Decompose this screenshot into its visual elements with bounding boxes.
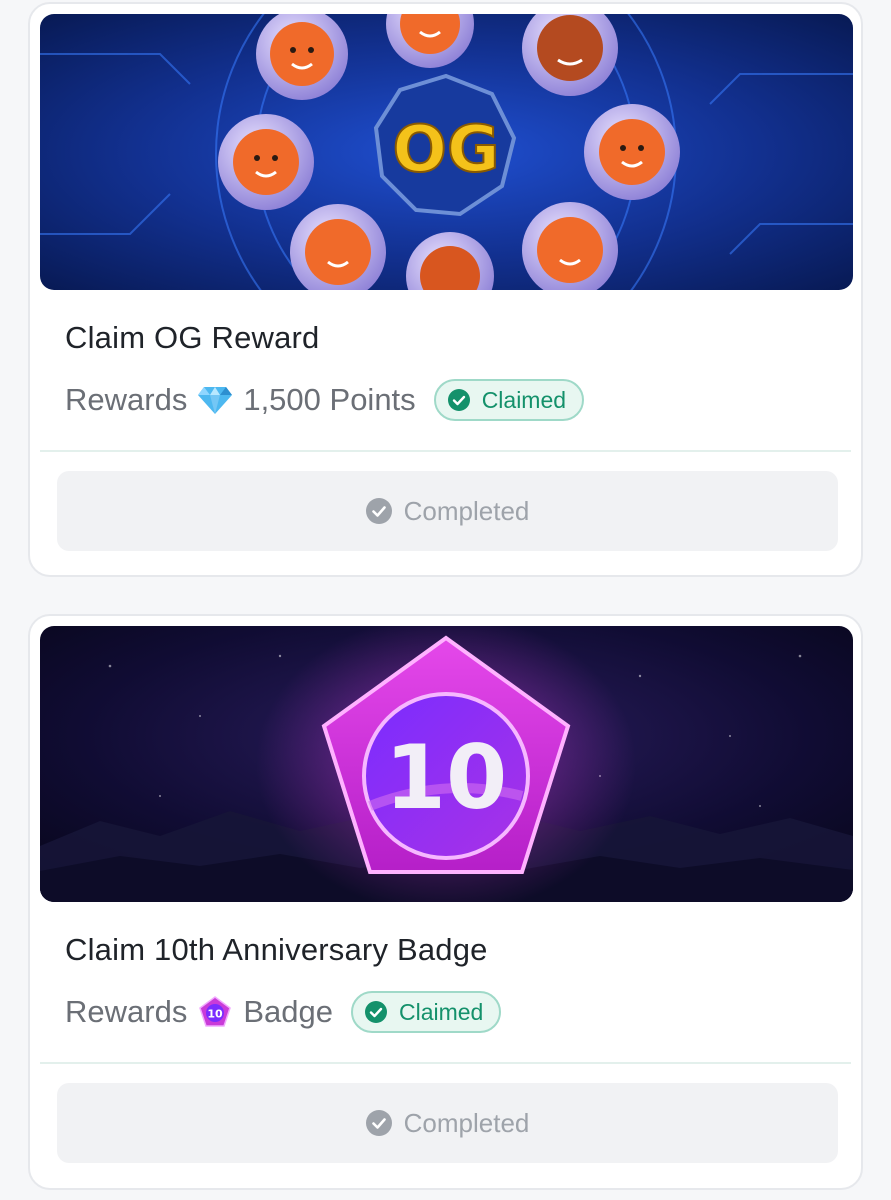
anniversary-badge-icon: 10: [197, 994, 233, 1030]
status-badge-label: Claimed: [398, 998, 484, 1025]
status-badge-label: Claimed: [481, 386, 567, 413]
completed-button-label: Completed: [403, 1107, 530, 1138]
check-circle-icon: [365, 1110, 392, 1136]
rewards-row: Rewards 1,500 Points Claimed: [65, 376, 585, 424]
rewards-label: Rewards: [65, 994, 188, 1029]
og-banner-illustration: OG: [40, 14, 853, 290]
og-banner-text: OG: [393, 113, 500, 187]
check-circle-icon: [447, 389, 470, 411]
completed-button[interactable]: Completed: [57, 1083, 838, 1163]
reward-card-anniversary: 10 Claim 10th Anniversary Badge Rewards …: [28, 614, 863, 1190]
reward-card-og: OG Claim OG Reward Rewards 1,500 Points: [28, 2, 863, 577]
gem-icon: [197, 382, 233, 418]
rewards-page: OG Claim OG Reward Rewards 1,500 Points: [0, 0, 891, 1200]
completed-button[interactable]: Completed: [57, 471, 838, 551]
anniversary-banner-text: 10: [385, 726, 507, 829]
reward-value: Badge: [243, 994, 333, 1029]
divider: [40, 450, 851, 452]
status-badge: Claimed: [350, 991, 502, 1033]
check-circle-icon: [365, 498, 392, 524]
card-title: Claim OG Reward: [65, 320, 320, 355]
status-badge: Claimed: [433, 379, 585, 421]
completed-button-label: Completed: [403, 495, 530, 526]
card-title: Claim 10th Anniversary Badge: [65, 932, 488, 967]
anniversary-badge-banner: 10: [40, 626, 853, 902]
divider: [40, 1062, 851, 1064]
anniversary-banner-illustration: 10: [40, 626, 853, 902]
check-circle-icon: [364, 1001, 387, 1023]
og-reward-banner: OG: [40, 14, 853, 290]
reward-value: 1,500 Points: [243, 382, 416, 417]
rewards-row: Rewards 10 Badge Claimed: [65, 988, 502, 1036]
rewards-label: Rewards: [65, 382, 188, 417]
svg-text:10: 10: [208, 1008, 224, 1021]
